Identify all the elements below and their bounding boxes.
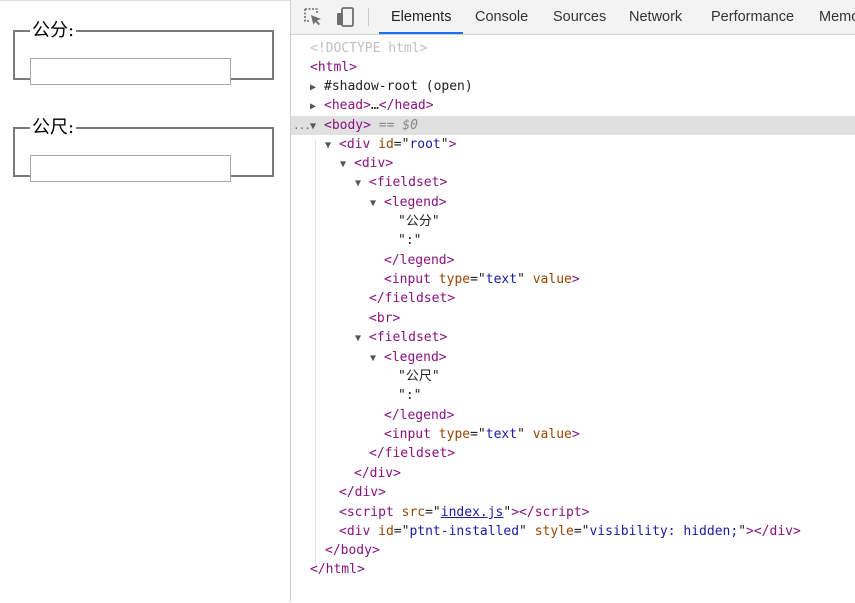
tree-row-fieldset-close[interactable]: </fieldset> xyxy=(291,289,855,308)
tree-row-fieldset-close[interactable]: </fieldset> xyxy=(291,444,855,463)
dom-tree: <!DOCTYPE html> <html> ▶ #shadow-root (op… xyxy=(291,35,855,602)
expand-triangle-icon[interactable]: ▶ xyxy=(310,78,324,97)
more-dots-icon[interactable]: ... xyxy=(293,116,311,135)
devtools-toolbar: Elements Console Sources Network Perform… xyxy=(291,0,855,35)
tree-row-text[interactable]: "公尺" xyxy=(291,367,855,386)
collapse-triangle-icon[interactable]: ▼ xyxy=(370,194,384,213)
tree-row-div-close[interactable]: </div> xyxy=(291,464,855,483)
collapse-triangle-icon[interactable]: ▼ xyxy=(370,349,384,368)
tree-row-div-root[interactable]: ▼ <div id="root"> xyxy=(291,135,855,154)
device-toolbar-icon[interactable] xyxy=(335,6,357,28)
tree-row-html[interactable]: <html> xyxy=(291,58,855,77)
tree-row-html-close[interactable]: </html> xyxy=(291,560,855,579)
tree-row-text[interactable]: ":" xyxy=(291,231,855,250)
tree-row-legend-close[interactable]: </legend> xyxy=(291,406,855,425)
centimeter-input[interactable] xyxy=(30,58,231,85)
collapse-triangle-icon[interactable]: ▼ xyxy=(355,329,369,348)
tab-sources[interactable]: Sources xyxy=(553,0,606,34)
meter-legend: 公尺: xyxy=(32,117,75,138)
tree-row-doctype[interactable]: <!DOCTYPE html> xyxy=(291,39,855,58)
tree-row-shadow-root[interactable]: ▶ #shadow-root (open) xyxy=(291,77,855,96)
tree-row-script[interactable]: <script src="index.js"></script> xyxy=(291,503,855,522)
devtools-panel: Elements Console Sources Network Perform… xyxy=(290,0,855,602)
tree-row-body-close[interactable]: </body> xyxy=(291,541,855,560)
tree-row-div-ptnt[interactable]: <div id="ptnt-installed" style="visibili… xyxy=(291,522,855,541)
collapse-triangle-icon[interactable]: ▼ xyxy=(325,136,339,155)
tab-network[interactable]: Network xyxy=(629,0,682,34)
tree-row-fieldset[interactable]: ▼ <fieldset> xyxy=(291,328,855,347)
tree-row-input[interactable]: <input type="text" value> xyxy=(291,270,855,289)
tab-console[interactable]: Console xyxy=(475,0,528,34)
meter-fieldset: 公尺: xyxy=(13,117,274,182)
tab-elements[interactable]: Elements xyxy=(379,0,464,34)
tree-row-br[interactable]: <br> xyxy=(291,309,855,328)
page-viewport: 公分: 公尺: xyxy=(0,0,290,603)
centimeter-fieldset: 公分: xyxy=(13,20,274,85)
tab-performance[interactable]: Performance xyxy=(711,0,794,34)
toolbar-divider xyxy=(368,8,369,26)
tree-row-input[interactable]: <input type="text" value> xyxy=(291,425,855,444)
expand-triangle-icon[interactable]: ▶ xyxy=(310,97,324,116)
tree-row-legend-close[interactable]: </legend> xyxy=(291,251,855,270)
tree-row-head[interactable]: ▶ <head>…</head> xyxy=(291,96,855,115)
inspect-element-icon[interactable] xyxy=(302,6,324,28)
script-src-link[interactable]: index.js xyxy=(441,505,504,520)
tree-row-text[interactable]: "公分" xyxy=(291,212,855,231)
centimeter-legend: 公分: xyxy=(32,20,75,41)
tree-row-div-root-close[interactable]: </div> xyxy=(291,483,855,502)
collapse-triangle-icon[interactable]: ▼ xyxy=(355,174,369,193)
collapse-triangle-icon[interactable]: ▼ xyxy=(340,155,354,174)
meter-input[interactable] xyxy=(30,155,231,182)
tree-row-legend[interactable]: ▼ <legend> xyxy=(291,348,855,367)
tree-row-body[interactable]: ... ▼ <body> == $0 xyxy=(291,116,855,135)
tree-row-div[interactable]: ▼ <div> xyxy=(291,154,855,173)
tab-memory[interactable]: Memo xyxy=(819,0,855,34)
collapse-triangle-icon[interactable]: ▼ xyxy=(310,117,324,136)
tree-row-text[interactable]: ":" xyxy=(291,386,855,405)
tree-row-fieldset[interactable]: ▼ <fieldset> xyxy=(291,173,855,192)
tree-row-legend[interactable]: ▼ <legend> xyxy=(291,193,855,212)
